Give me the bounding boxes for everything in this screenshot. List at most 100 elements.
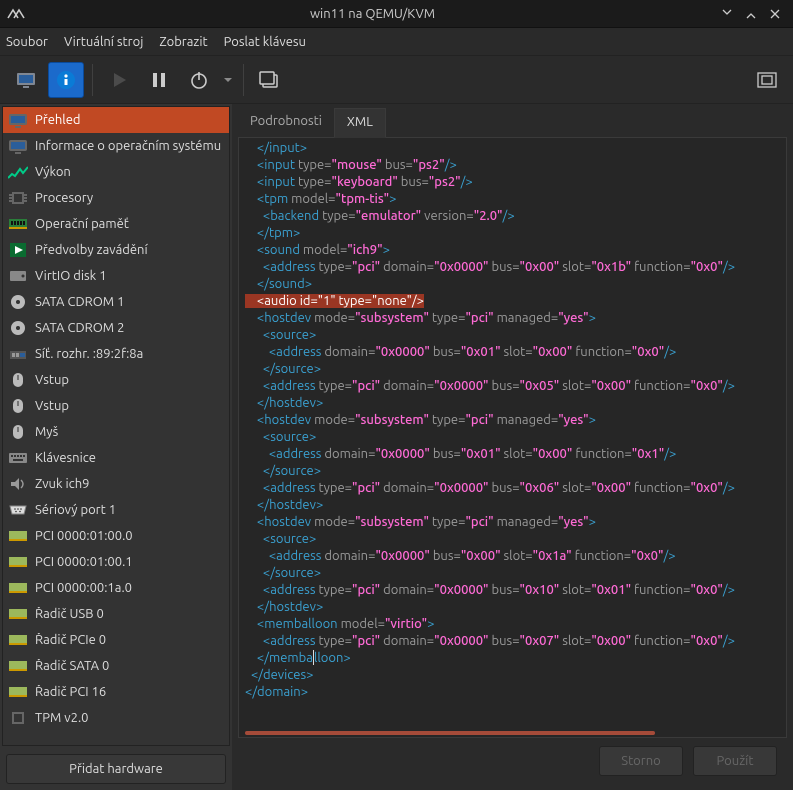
hardware-item[interactable]: Vstup — [3, 393, 229, 419]
menu-zobrazit[interactable]: Zobrazit — [159, 35, 207, 49]
hardware-item[interactable]: Předvolby zavádění — [3, 237, 229, 263]
hardware-item-label: PCI 0000:01:00.1 — [35, 555, 225, 569]
hardware-item-label: Přehled — [35, 113, 225, 127]
hardware-list[interactable]: Přehled Informace o operačním systému Výko… — [2, 106, 230, 746]
kbd-icon — [7, 449, 29, 467]
maximize-button[interactable] — [739, 2, 763, 26]
hardware-item[interactable]: Sériový port 1 — [3, 497, 229, 523]
hardware-item-label: Vstup — [35, 399, 225, 413]
menu-poslat-klavesu[interactable]: Poslat klávesu — [224, 35, 306, 49]
hardware-item[interactable]: Řadič PCI 16 — [3, 679, 229, 705]
snapshots-button[interactable] — [252, 62, 288, 98]
perf-icon — [7, 163, 29, 181]
hardware-item-label: Předvolby zavádění — [35, 243, 225, 257]
hardware-item[interactable]: Operační paměť — [3, 211, 229, 237]
tab-xml[interactable]: XML — [334, 108, 386, 138]
hardware-item[interactable]: Přehled — [3, 107, 229, 133]
hardware-item-label: Operační paměť — [35, 217, 225, 231]
boot-icon — [7, 241, 29, 259]
fullscreen-button[interactable] — [749, 62, 785, 98]
minimize-button[interactable] — [715, 2, 739, 26]
nic-icon — [7, 345, 29, 363]
cancel-button[interactable]: Storno — [599, 746, 683, 776]
details-view-button[interactable] — [48, 62, 84, 98]
hardware-item-label: PCI 0000:01:00.0 — [35, 529, 225, 543]
shutdown-button[interactable] — [181, 62, 217, 98]
window-title: win11 na QEMU/KVM — [30, 7, 715, 21]
hardware-item-label: Myš — [35, 425, 225, 439]
hardware-item[interactable]: Informace o operačním systému — [3, 133, 229, 159]
menubar: Soubor Virtuální stroj Zobrazit Poslat k… — [0, 28, 793, 56]
hardware-item[interactable]: Řadič SATA 0 — [3, 653, 229, 679]
hardware-item-label: Zvuk ich9 — [35, 477, 225, 491]
hardware-item[interactable]: TPM v2.0 — [3, 705, 229, 731]
hardware-item-label: Sériový port 1 — [35, 503, 225, 517]
horizontal-scrollbar[interactable] — [239, 729, 786, 737]
virt-manager-logo-icon — [6, 4, 26, 24]
close-button[interactable] — [763, 2, 787, 26]
toolbar-separator — [92, 64, 93, 96]
hardware-item-label: TPM v2.0 — [35, 711, 225, 725]
sound-icon — [7, 475, 29, 493]
hardware-item[interactable]: Řadič PCIe 0 — [3, 627, 229, 653]
add-hardware-button[interactable]: Přidat hardware — [6, 754, 226, 784]
hardware-item[interactable]: SATA CDROM 2 — [3, 315, 229, 341]
console-view-button[interactable] — [8, 62, 44, 98]
hardware-item[interactable]: Síť. rozhr. :89:2f:8a — [3, 341, 229, 367]
os-icon — [7, 137, 29, 155]
hardware-item[interactable]: SATA CDROM 1 — [3, 289, 229, 315]
pci-icon — [7, 553, 29, 571]
ctrl-icon — [7, 683, 29, 701]
xml-content[interactable]: </input> <input type="mouse" bus="ps2"/>… — [239, 138, 786, 729]
hardware-item[interactable]: Procesory — [3, 185, 229, 211]
hardware-item-label: SATA CDROM 2 — [35, 321, 225, 335]
tpm-icon — [7, 709, 29, 727]
hardware-item-label: PCI 0000:00:1a.0 — [35, 581, 225, 595]
hardware-item-label: Síť. rozhr. :89:2f:8a — [35, 347, 225, 361]
hardware-item[interactable]: Řadič USB 0 — [3, 601, 229, 627]
menu-virtualni-stroj[interactable]: Virtuální stroj — [64, 35, 143, 49]
pci-icon — [7, 579, 29, 597]
xml-editor[interactable]: </input> <input type="mouse" bus="ps2"/>… — [238, 138, 787, 738]
ctrl-icon — [7, 631, 29, 649]
hardware-sidebar: Přehled Informace o operačním systému Výko… — [0, 104, 232, 790]
hardware-item[interactable]: PCI 0000:01:00.1 — [3, 549, 229, 575]
hardware-item[interactable]: PCI 0000:01:00.0 — [3, 523, 229, 549]
hardware-item-label: VirtIO disk 1 — [35, 269, 225, 283]
overview-icon — [7, 111, 29, 129]
disk-icon — [7, 267, 29, 285]
hardware-item-label: Řadič PCIe 0 — [35, 633, 225, 647]
hardware-item[interactable]: PCI 0000:00:1a.0 — [3, 575, 229, 601]
toolbar-separator — [243, 64, 244, 96]
input-icon — [7, 371, 29, 389]
serial-icon — [7, 501, 29, 519]
hardware-item-label: Informace o operačním systému — [35, 139, 225, 153]
hardware-item-label: SATA CDROM 1 — [35, 295, 225, 309]
hardware-item[interactable]: Výkon — [3, 159, 229, 185]
pause-button[interactable] — [141, 62, 177, 98]
menu-soubor[interactable]: Soubor — [6, 35, 48, 49]
hardware-item-label: Procesory — [35, 191, 225, 205]
mem-icon — [7, 215, 29, 233]
run-button[interactable] — [101, 62, 137, 98]
input-icon — [7, 397, 29, 415]
titlebar: win11 na QEMU/KVM — [0, 0, 793, 28]
tab-podrobnosti[interactable]: Podrobnosti — [238, 108, 334, 137]
mouse-icon — [7, 423, 29, 441]
details-pane: Podrobnosti XML </input> <input type="mo… — [232, 104, 793, 790]
tabs: Podrobnosti XML — [238, 108, 787, 138]
shutdown-menu-arrow[interactable] — [221, 75, 235, 85]
content-area: Přehled Informace o operačním systému Výko… — [0, 104, 793, 790]
ctrl-icon — [7, 657, 29, 675]
apply-button[interactable]: Použít — [693, 746, 777, 776]
hardware-item[interactable]: Zvuk ich9 — [3, 471, 229, 497]
hardware-item[interactable]: Klávesnice — [3, 445, 229, 471]
hardware-item[interactable]: VirtIO disk 1 — [3, 263, 229, 289]
pci-icon — [7, 527, 29, 545]
hardware-item[interactable]: Myš — [3, 419, 229, 445]
hardware-item-label: Řadič USB 0 — [35, 607, 225, 621]
cd-icon — [7, 293, 29, 311]
cpu-icon — [7, 189, 29, 207]
hardware-item[interactable]: Vstup — [3, 367, 229, 393]
ctrl-icon — [7, 605, 29, 623]
